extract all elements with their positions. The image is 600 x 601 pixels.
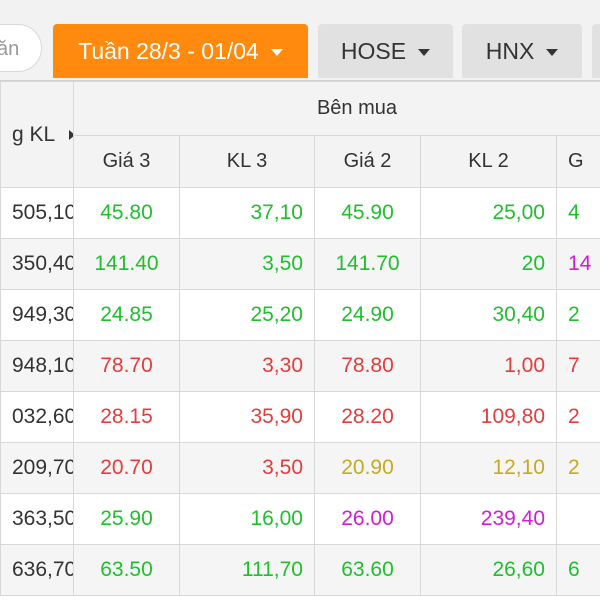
buy-volume-2-cell: 109,80 [421, 392, 557, 443]
buy-price-3-cell: 20.70 [74, 443, 180, 494]
table-row[interactable]: 350,40 141.40 3,50 141.70 20 14 [1, 239, 600, 290]
more-tab-button[interactable] [592, 24, 600, 78]
hose-dropdown-label: HOSE [341, 38, 406, 65]
total-volume-header-label: g KL [12, 123, 55, 146]
price-board-table: g KL Bên mua Giá 3 KL 3 Giá 2 KL 2 G 505… [0, 81, 600, 596]
buy-volume-2-cell: 25,00 [421, 188, 557, 239]
buy-price-2-cell: 45.90 [315, 188, 421, 239]
table-row[interactable]: 363,50 25.90 16,00 26.00 239,40 [1, 494, 600, 545]
buy-price-3-cell: 78.70 [74, 341, 180, 392]
buy-price-1-cell: 2 [557, 392, 600, 443]
buy-price-2-cell: 63.60 [315, 545, 421, 596]
buy-volume-2-cell: 30,40 [421, 290, 557, 341]
total-volume-cell: 949,30 [1, 290, 74, 341]
buy-price-2-cell: 78.80 [315, 341, 421, 392]
board-body: 505,10 45.80 37,10 45.90 25,00 4 350,40 … [1, 188, 600, 596]
buy-volume-3-cell: 35,90 [180, 392, 315, 443]
buy-volume-3-cell: 3,50 [180, 239, 315, 290]
search-input[interactable]: ăn [0, 24, 42, 72]
buy-price-1-cell: 7 [557, 341, 600, 392]
buy-price-1-cell: 4 [557, 188, 600, 239]
hnx-dropdown-label: HNX [486, 38, 535, 65]
buy-price-2-cell: 24.90 [315, 290, 421, 341]
table-row[interactable]: 209,70 20.70 3,50 20.90 12,10 2 [1, 443, 600, 494]
buy-price-1-cell [557, 494, 600, 545]
column-header-kl2: KL 2 [421, 136, 557, 188]
buy-volume-3-cell: 37,10 [180, 188, 315, 239]
buy-price-1-cell: 2 [557, 443, 600, 494]
total-volume-cell: 350,40 [1, 239, 74, 290]
buy-volume-3-cell: 3,50 [180, 443, 315, 494]
table-row[interactable]: 505,10 45.80 37,10 45.90 25,00 4 [1, 188, 600, 239]
buy-price-3-cell: 28.15 [74, 392, 180, 443]
total-volume-cell: 636,70 [1, 545, 74, 596]
buy-side-header: Bên mua [74, 82, 600, 136]
total-volume-cell: 363,50 [1, 494, 74, 545]
buy-volume-2-cell: 20 [421, 239, 557, 290]
price-board: g KL Bên mua Giá 3 KL 3 Giá 2 KL 2 G 505… [0, 80, 600, 601]
buy-price-3-cell: 63.50 [74, 545, 180, 596]
buy-volume-2-cell: 239,40 [421, 494, 557, 545]
week-dropdown-button[interactable]: Tuần 28/3 - 01/04 [53, 24, 308, 78]
column-header-gia3: Giá 3 [74, 136, 180, 188]
column-header-kl3: KL 3 [180, 136, 315, 188]
total-volume-cell: 209,70 [1, 443, 74, 494]
table-row[interactable]: 948,10 78.70 3,30 78.80 1,00 7 [1, 341, 600, 392]
buy-volume-2-cell: 26,60 [421, 545, 557, 596]
buy-volume-3-cell: 16,00 [180, 494, 315, 545]
total-volume-header[interactable]: g KL [1, 82, 74, 188]
buy-price-2-cell: 26.00 [315, 494, 421, 545]
chevron-down-icon [271, 49, 283, 56]
buy-price-3-cell: 141.40 [74, 239, 180, 290]
table-row[interactable]: 949,30 24.85 25,20 24.90 30,40 2 [1, 290, 600, 341]
hnx-dropdown-button[interactable]: HNX [462, 24, 582, 78]
chevron-down-icon [418, 49, 430, 56]
table-row[interactable]: 032,60 28.15 35,90 28.20 109,80 2 [1, 392, 600, 443]
buy-price-2-cell: 20.90 [315, 443, 421, 494]
chevron-right-icon [69, 130, 73, 140]
hose-dropdown-button[interactable]: HOSE [318, 24, 453, 78]
buy-price-3-cell: 25.90 [74, 494, 180, 545]
total-volume-cell: 505,10 [1, 188, 74, 239]
buy-volume-2-cell: 12,10 [421, 443, 557, 494]
buy-volume-2-cell: 1,00 [421, 341, 557, 392]
buy-volume-3-cell: 3,30 [180, 341, 315, 392]
buy-price-2-cell: 141.70 [315, 239, 421, 290]
buy-price-2-cell: 28.20 [315, 392, 421, 443]
table-row[interactable]: 636,70 63.50 111,70 63.60 26,60 6 [1, 545, 600, 596]
chevron-down-icon [546, 49, 558, 56]
toolbar: ăn Tuần 28/3 - 01/04 HOSE HNX [0, 0, 600, 80]
buy-volume-3-cell: 25,20 [180, 290, 315, 341]
column-header-gia1: G [557, 136, 600, 188]
buy-price-1-cell: 2 [557, 290, 600, 341]
buy-price-3-cell: 24.85 [74, 290, 180, 341]
buy-price-3-cell: 45.80 [74, 188, 180, 239]
buy-volume-3-cell: 111,70 [180, 545, 315, 596]
total-volume-cell: 948,10 [1, 341, 74, 392]
column-header-gia2: Giá 2 [315, 136, 421, 188]
total-volume-cell: 032,60 [1, 392, 74, 443]
week-dropdown-label: Tuần 28/3 - 01/04 [78, 38, 259, 65]
buy-price-1-cell: 14 [557, 239, 600, 290]
buy-price-1-cell: 6 [557, 545, 600, 596]
